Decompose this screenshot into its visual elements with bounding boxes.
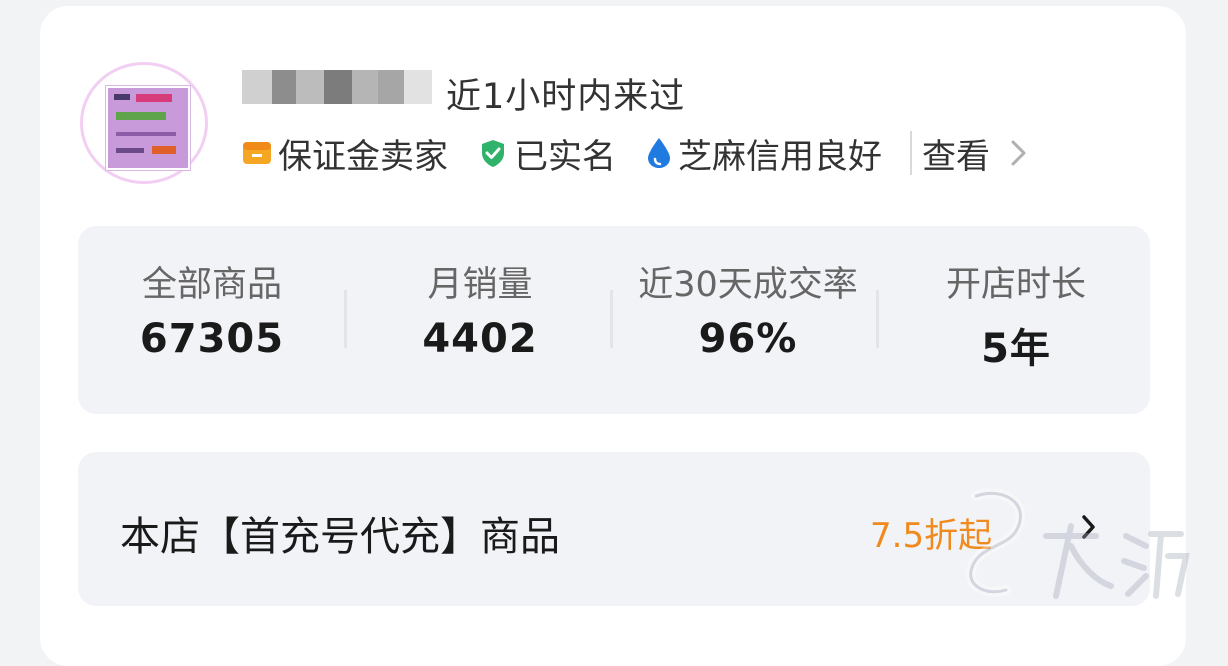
stat-divider — [876, 290, 879, 348]
credit-badge-label: 芝麻信用良好 — [678, 136, 882, 177]
last-active-text: 近1小时内来过 — [446, 77, 686, 117]
view-details-link[interactable]: 查看 — [922, 129, 1028, 178]
avatar-image — [106, 86, 190, 170]
stat-shop-age[interactable]: 开店时长 5年 — [882, 226, 1150, 414]
stat-monthly-sales[interactable]: 月销量 4402 — [346, 226, 614, 414]
shop-name-blurred — [238, 60, 438, 112]
shop-stats-panel: 全部商品 67305 月销量 4402 近30天成交率 96% 开店时长 5年 — [78, 226, 1150, 414]
shield-check-icon — [482, 140, 504, 167]
stat-value: 96% — [698, 316, 798, 362]
stat-divider — [610, 290, 613, 348]
chevron-right-icon — [1011, 140, 1026, 166]
stat-total-products[interactable]: 全部商品 67305 — [78, 226, 346, 414]
stat-30day-deal-rate[interactable]: 近30天成交率 96% — [614, 226, 882, 414]
verified-badge: 已实名 — [476, 129, 616, 178]
shop-avatar[interactable] — [80, 62, 210, 186]
stat-label: 近30天成交率 — [638, 265, 858, 305]
stat-value: 5年 — [981, 326, 1051, 372]
shop-icon — [243, 142, 271, 164]
sesame-credit-icon — [648, 138, 670, 168]
stat-label: 月销量 — [427, 265, 533, 305]
stat-label: 开店时长 — [945, 265, 1086, 305]
stat-value: 67305 — [139, 316, 285, 362]
credit-badge: 芝麻信用良好 — [644, 129, 882, 178]
deposit-badge-label: 保证金卖家 — [278, 136, 448, 177]
site-watermark-logo — [965, 488, 1190, 599]
view-details-label: 查看 — [922, 136, 990, 177]
deposit-badge: 保证金卖家 — [240, 129, 448, 178]
verified-badge-label: 已实名 — [514, 136, 616, 177]
stat-label: 全部商品 — [141, 265, 282, 305]
promo-title: 本店【首充号代充】商品 — [120, 514, 560, 560]
seller-badges: 保证金卖家 已实名 芝麻信用良好 查看 — [240, 128, 1028, 178]
stat-value: 4402 — [422, 316, 538, 362]
badge-divider — [910, 131, 912, 175]
